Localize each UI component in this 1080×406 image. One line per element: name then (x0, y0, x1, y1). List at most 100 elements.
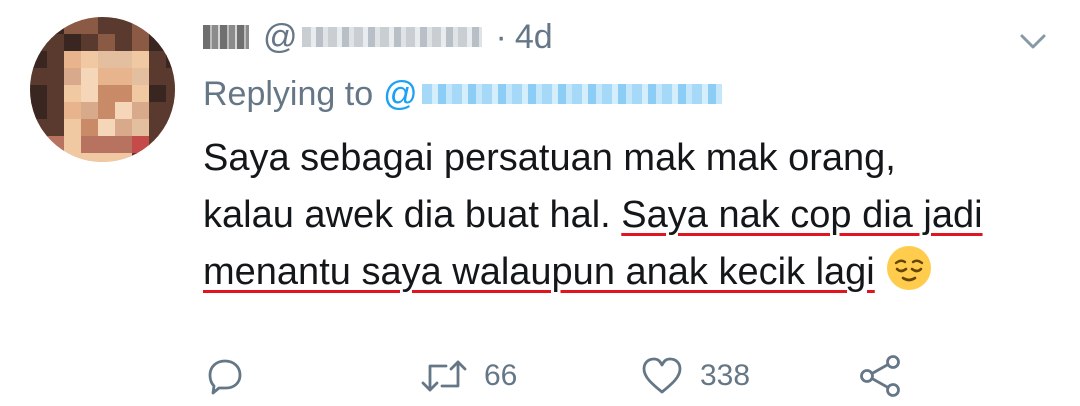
tweet-line-3: menantu saya walaupun anak kecik lagi (203, 244, 1053, 309)
handle-at-sign: @ (263, 17, 298, 56)
avatar-pixel (166, 51, 175, 69)
avatar-pixel (115, 153, 133, 162)
avatar-pixel (30, 85, 48, 103)
avatar-pixel (30, 68, 48, 86)
display-name-redacted[interactable] (203, 25, 249, 49)
avatar-pixel (47, 68, 65, 86)
like-button[interactable]: 338 (640, 350, 750, 402)
avatar-pixel (115, 34, 133, 52)
avatar-pixel (81, 85, 99, 103)
avatar-pixel (166, 68, 175, 86)
avatar-pixel (149, 85, 167, 103)
avatar[interactable] (30, 17, 175, 162)
underlined-text: Saya nak cop dia jadi (621, 194, 983, 236)
avatar-pixel (115, 51, 133, 69)
tweet-line-2: kalau awek dia buat hal. Saya nak cop di… (203, 187, 1053, 244)
avatar-pixel (98, 85, 116, 103)
avatar-pixel (166, 102, 175, 120)
avatar-pixel (64, 51, 82, 69)
avatar-pixel (30, 153, 48, 162)
reply-button[interactable] (205, 350, 245, 402)
avatar-pixel (30, 51, 48, 69)
avatar-pixel (166, 119, 175, 137)
retweet-button[interactable]: 66 (420, 350, 517, 402)
avatar-pixel (47, 153, 65, 162)
username-redacted[interactable] (301, 27, 482, 47)
avatar-pixel (47, 17, 65, 35)
avatar-pixel (47, 102, 65, 120)
chevron-down-icon[interactable] (1016, 24, 1050, 58)
avatar-pixel (149, 34, 167, 52)
retweet-count: 66 (484, 359, 518, 392)
timestamp[interactable]: 4d (515, 18, 553, 57)
avatar-pixel (64, 136, 82, 154)
avatar-pixel (47, 136, 65, 154)
avatar-pixel (98, 34, 116, 52)
avatar-pixel (149, 68, 167, 86)
avatar-pixel (115, 68, 133, 86)
avatar-pixel (81, 119, 99, 137)
avatar-pixel (166, 153, 175, 162)
avatar-pixel (81, 136, 99, 154)
avatar-pixel (98, 119, 116, 137)
avatar-pixel (132, 153, 150, 162)
avatar-pixel (98, 68, 116, 86)
tweet-text: Saya sebagai persatuan mak mak orang, ka… (203, 130, 1053, 309)
avatar-pixel (132, 136, 150, 154)
avatar-pixel (132, 34, 150, 52)
avatar-pixel (115, 85, 133, 103)
avatar-pixel (81, 17, 99, 35)
avatar-pixel (64, 85, 82, 103)
avatar-pixel (115, 102, 133, 120)
avatar-pixel (30, 102, 48, 120)
avatar-pixel (132, 17, 150, 35)
avatar-pixel (98, 102, 116, 120)
like-count: 338 (700, 359, 751, 392)
avatar-pixel (64, 119, 82, 137)
avatar-pixel (81, 51, 99, 69)
underlined-text: menantu saya walaupun anak kecik lagi (203, 251, 875, 293)
avatar-pixel (149, 119, 167, 137)
separator-dot: · (495, 17, 507, 56)
avatar-pixel (98, 51, 116, 69)
tweet-header: @ · 4d (203, 15, 553, 59)
avatar-pixel (115, 17, 133, 35)
tweet-line-1: Saya sebagai persatuan mak mak orang, (203, 137, 896, 179)
avatar-pixel (81, 102, 99, 120)
reply-icon (208, 359, 242, 395)
replying-to: Replying to @ (203, 72, 722, 116)
avatar-pixel (47, 51, 65, 69)
avatar-pixel (30, 136, 48, 154)
heart-icon (642, 357, 682, 394)
reply-username-redacted[interactable] (421, 84, 722, 104)
avatar-pixel (166, 136, 175, 154)
reply-at-sign: @ (383, 74, 418, 113)
avatar-pixel (64, 153, 82, 162)
avatar-pixel (64, 34, 82, 52)
avatar-pixel (132, 102, 150, 120)
avatar-pixel (132, 51, 150, 69)
replying-to-label: Replying to (203, 74, 374, 113)
avatar-pixel (30, 119, 48, 137)
avatar-pixel (47, 85, 65, 103)
avatar-pixel (30, 34, 48, 52)
avatar-pixel (149, 102, 167, 120)
avatar-pixel (30, 17, 48, 35)
avatar-pixel (149, 17, 167, 35)
share-button[interactable] (858, 350, 904, 402)
avatar-pixel (64, 102, 82, 120)
tweet-actions: 66 338 (0, 350, 1080, 406)
relieved-face-emoji (885, 244, 933, 309)
share-icon (860, 355, 900, 397)
avatar-pixel (132, 68, 150, 86)
avatar-pixel (81, 68, 99, 86)
avatar-pixel (64, 68, 82, 86)
avatar-pixel (166, 34, 175, 52)
avatar-pixel (166, 85, 175, 103)
avatar-pixel (47, 119, 65, 137)
avatar-pixel (166, 17, 175, 35)
avatar-pixel (47, 34, 65, 52)
avatar-pixel (132, 85, 150, 103)
avatar-pixel (64, 17, 82, 35)
avatar-pixel (98, 153, 116, 162)
